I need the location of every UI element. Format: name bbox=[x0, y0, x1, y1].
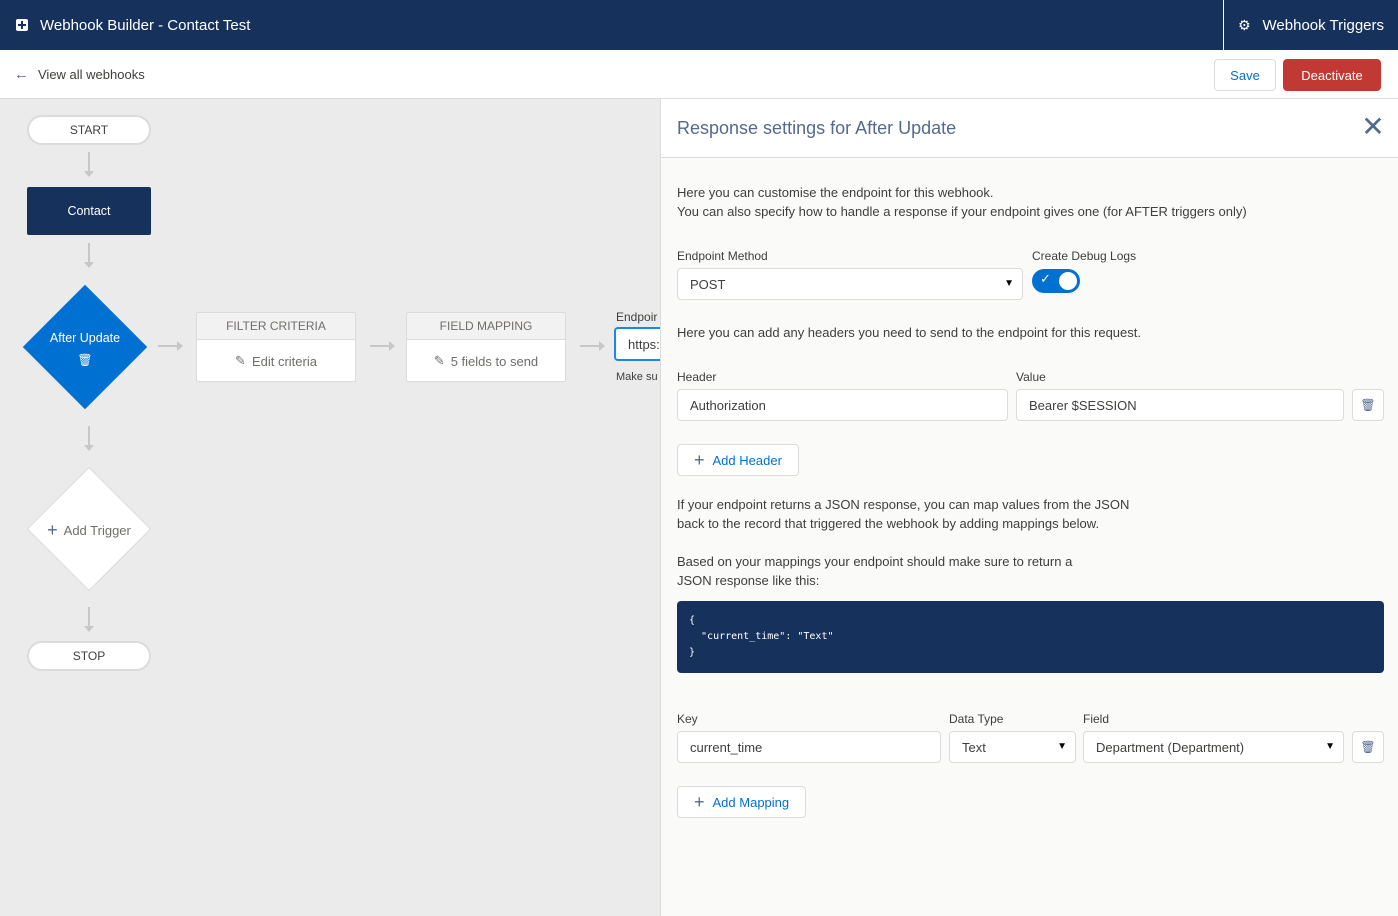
intro-text-1: Here you can customise the endpoint for … bbox=[677, 185, 994, 200]
response-settings-panel: Response settings for After Update ✕ Her… bbox=[660, 99, 1398, 916]
close-icon[interactable]: ✕ bbox=[1361, 113, 1385, 141]
endpoint-method-select[interactable]: POST ▼ bbox=[677, 268, 1023, 300]
app-plus-icon bbox=[16, 19, 28, 31]
field-mapping-header: FIELD MAPPING bbox=[407, 313, 565, 340]
add-mapping-label: Add Mapping bbox=[712, 794, 790, 810]
arrow-left-icon: ← bbox=[14, 66, 29, 83]
endpoint-method-value: POST bbox=[690, 276, 726, 292]
mapping-key-input[interactable]: current_time bbox=[677, 731, 941, 763]
json-example-code: { "current_time": "Text" } bbox=[677, 601, 1384, 673]
caret-down-icon: ▼ bbox=[1325, 741, 1335, 752]
endpoint-url-input[interactable]: https: bbox=[614, 327, 660, 361]
deactivate-button[interactable]: Deactivate bbox=[1283, 59, 1381, 91]
plus-icon: + bbox=[694, 792, 705, 812]
gear-icon: ⚙ bbox=[1237, 16, 1251, 33]
caret-down-icon: ▼ bbox=[1057, 741, 1067, 752]
trash-icon: 🗑 bbox=[1360, 740, 1376, 754]
key-column-label: Key bbox=[677, 712, 698, 726]
pencil-icon: ✎ bbox=[433, 353, 445, 368]
check-icon: ✓ bbox=[1040, 271, 1051, 286]
endpoint-method-label: Endpoint Method bbox=[677, 249, 768, 263]
add-mapping-button[interactable]: + Add Mapping bbox=[677, 786, 807, 818]
connector-arrow bbox=[370, 341, 395, 351]
add-trigger-button[interactable]: + Add Trigger bbox=[25, 512, 153, 548]
trash-icon[interactable]: 🗑 bbox=[77, 353, 92, 367]
top-bar: Webhook Builder - Contact Test ⚙ Webhook… bbox=[0, 0, 1398, 50]
plus-icon: + bbox=[694, 450, 705, 470]
headers-intro-text: Here you can add any headers you need to… bbox=[677, 325, 1141, 340]
endpoint-label: Endpoir bbox=[616, 310, 658, 324]
json-expect-text-2: JSON response like this: bbox=[677, 573, 820, 588]
edit-criteria-link[interactable]: ✎ Edit criteria bbox=[197, 340, 355, 382]
app-title-text: Webhook Builder - Contact Test bbox=[40, 16, 251, 34]
filter-criteria-card[interactable]: FILTER CRITERIA ✎ Edit criteria bbox=[196, 312, 356, 382]
endpoint-hint: Make su bbox=[616, 371, 658, 383]
mapping-field-select[interactable]: Department (Department) ▼ bbox=[1083, 731, 1344, 763]
webhook-triggers-button[interactable]: ⚙ Webhook Triggers bbox=[1223, 0, 1398, 50]
delete-mapping-button[interactable]: 🗑 bbox=[1352, 731, 1384, 763]
header-value-input[interactable]: Bearer $SESSION bbox=[1016, 389, 1344, 421]
toggle-knob bbox=[1059, 272, 1077, 290]
view-all-webhooks-link[interactable]: ← View all webhooks bbox=[14, 50, 145, 99]
header-name-input[interactable]: Authorization bbox=[677, 389, 1008, 421]
value-column-label: Value bbox=[1016, 370, 1046, 384]
delete-header-button[interactable]: 🗑 bbox=[1352, 389, 1384, 421]
connector-arrow bbox=[580, 341, 605, 351]
field-mapping-card[interactable]: FIELD MAPPING ✎ 5 fields to send bbox=[406, 312, 566, 382]
stop-node: STOP bbox=[27, 641, 151, 671]
start-node: START bbox=[27, 115, 151, 145]
caret-down-icon: ▼ bbox=[1004, 278, 1014, 289]
add-header-button[interactable]: + Add Header bbox=[677, 444, 799, 476]
object-node-contact[interactable]: Contact bbox=[27, 187, 151, 235]
app-title: Webhook Builder - Contact Test bbox=[16, 0, 250, 50]
mapping-field-value: Department (Department) bbox=[1096, 739, 1245, 755]
field-column-label: Field bbox=[1083, 712, 1110, 726]
fields-to-send-link[interactable]: ✎ 5 fields to send bbox=[407, 340, 565, 382]
connector-arrow bbox=[158, 341, 183, 351]
trash-icon: 🗑 bbox=[1360, 398, 1376, 412]
intro-text-2: You can also specify how to handle a res… bbox=[677, 204, 1247, 219]
json-expect-text-1: Based on your mappings your endpoint sho… bbox=[677, 554, 1073, 569]
connector-arrow bbox=[84, 426, 94, 451]
json-intro-text-1: If your endpoint returns a JSON response… bbox=[677, 497, 1130, 512]
edit-criteria-label: Edit criteria bbox=[251, 353, 317, 369]
data-type-column-label: Data Type bbox=[949, 712, 1004, 726]
connector-arrow bbox=[84, 243, 94, 268]
panel-header: Response settings for After Update ✕ bbox=[661, 99, 1398, 158]
connector-arrow bbox=[84, 152, 94, 177]
plus-icon: + bbox=[47, 519, 58, 540]
header-column-label: Header bbox=[677, 370, 717, 384]
trigger-node-label: After Update bbox=[49, 331, 121, 345]
panel-title: Response settings for After Update bbox=[677, 118, 957, 138]
filter-criteria-header: FILTER CRITERIA bbox=[197, 313, 355, 340]
back-link-label: View all webhooks bbox=[38, 67, 145, 82]
mapping-data-type-select[interactable]: Text ▼ bbox=[949, 731, 1076, 763]
debug-logs-toggle[interactable]: ✓ bbox=[1032, 269, 1080, 293]
fields-to-send-label: 5 fields to send bbox=[450, 353, 539, 369]
trigger-node-after-update[interactable]: After Update 🗑 bbox=[25, 329, 145, 369]
sub-header: ← View all webhooks Save Deactivate bbox=[0, 50, 1398, 99]
mapping-data-type-value: Text bbox=[962, 739, 986, 755]
debug-logs-label: Create Debug Logs bbox=[1032, 249, 1137, 263]
add-header-label: Add Header bbox=[712, 452, 782, 468]
pencil-icon: ✎ bbox=[235, 353, 246, 368]
connector-arrow bbox=[84, 607, 94, 632]
save-button[interactable]: Save bbox=[1214, 59, 1276, 91]
webhook-triggers-label: Webhook Triggers bbox=[1262, 16, 1384, 34]
add-trigger-label: Add Trigger bbox=[63, 522, 131, 538]
flow-canvas[interactable]: START Contact After Update 🗑 FILTER CRIT… bbox=[0, 99, 660, 916]
json-intro-text-2: back to the record that triggered the we… bbox=[677, 516, 1100, 531]
